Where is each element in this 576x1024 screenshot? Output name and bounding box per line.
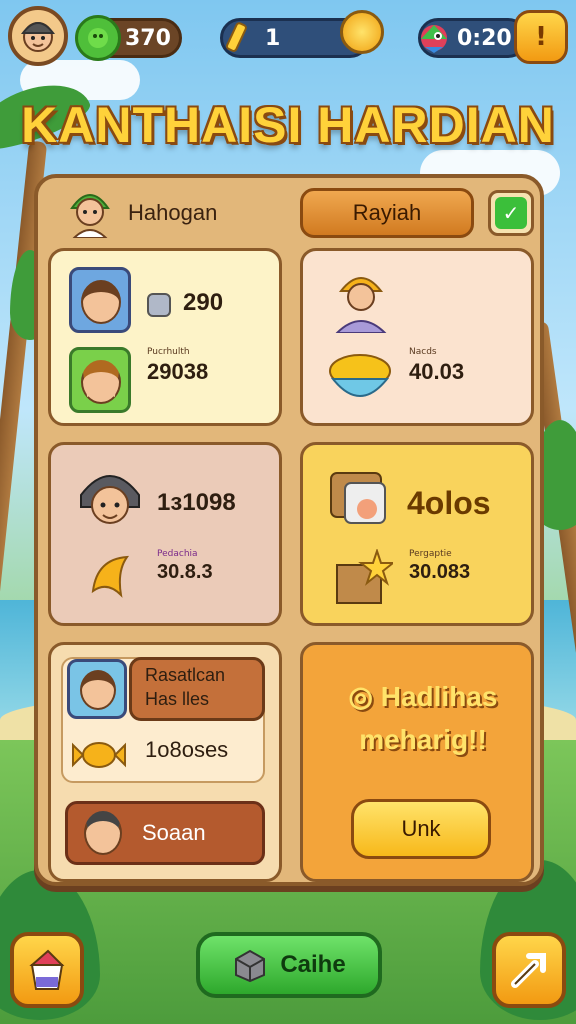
team-value: 1o8oses bbox=[145, 737, 229, 762]
coin-icon: ◎ bbox=[348, 681, 381, 712]
shop-button[interactable] bbox=[10, 932, 84, 1008]
portrait-face bbox=[84, 811, 122, 855]
card2-value: 40.03 bbox=[409, 359, 465, 384]
top-bar: 370 1 0:20 ! bbox=[0, 0, 576, 80]
portrait-frame bbox=[67, 659, 127, 719]
coin-counter[interactable]: 370 bbox=[75, 15, 182, 61]
bowl-icon bbox=[329, 354, 391, 397]
tools-button[interactable] bbox=[492, 932, 566, 1008]
cache-button-label: Caihe bbox=[280, 951, 346, 978]
timer-value: 0:20 bbox=[457, 25, 512, 51]
check-icon: ✓ bbox=[495, 197, 527, 229]
main-panel: Hahogan Rayiah ✓ 290 Pucrhulth 29038 Nac… bbox=[34, 174, 544, 886]
confirm-button[interactable]: ✓ bbox=[488, 190, 534, 236]
card1-caption: Pucrhulth bbox=[147, 347, 190, 357]
card3-value: 1з1098 bbox=[157, 489, 236, 516]
header-action-button[interactable]: Rayiah bbox=[300, 188, 474, 238]
helmet-character-icon bbox=[80, 475, 140, 524]
tools-icon bbox=[511, 953, 546, 988]
shop-icon bbox=[29, 949, 65, 990]
character-card-1[interactable]: 290 Pucrhulth 29038 bbox=[48, 248, 282, 426]
card3-value-2: 30.8.3 bbox=[157, 561, 213, 583]
timer-display: 0:20 bbox=[418, 18, 528, 58]
soaan-button-label: Soaan bbox=[142, 820, 206, 845]
card4-value-2: 30.083 bbox=[409, 561, 471, 583]
item-card[interactable]: 4olos Pergaptie 30.083 bbox=[300, 442, 534, 626]
banana-icon bbox=[91, 555, 130, 598]
reward-line-2: meharig!! bbox=[359, 724, 487, 756]
avatar-icon bbox=[20, 22, 56, 52]
robot-icon bbox=[147, 293, 171, 317]
coin-count: 370 bbox=[125, 25, 171, 51]
portrait-face bbox=[81, 280, 121, 324]
candy-icon bbox=[72, 742, 126, 768]
character-name: Hahogan bbox=[128, 200, 218, 225]
pencil-icon bbox=[213, 15, 259, 61]
character-card-3[interactable]: 1з1098 Pedachia 30.8.3 bbox=[48, 442, 282, 626]
card1-value-2: 29038 bbox=[147, 359, 209, 384]
coin-icon bbox=[340, 10, 384, 54]
portrait-face bbox=[80, 670, 116, 710]
portrait-face bbox=[81, 360, 121, 404]
team-label-2: Has lles bbox=[145, 689, 210, 709]
card1-value: 290 bbox=[183, 289, 224, 316]
pause-icon: ! bbox=[535, 22, 547, 52]
gem-icon bbox=[75, 15, 121, 61]
portrait-frame bbox=[69, 347, 131, 413]
card4-caption: Pergaptie bbox=[409, 549, 452, 559]
soaan-button[interactable]: Soaan bbox=[65, 801, 265, 865]
pause-button[interactable]: ! bbox=[514, 10, 568, 64]
parrot-icon bbox=[411, 15, 457, 61]
card4-value: 4olos bbox=[407, 485, 491, 521]
reward-card[interactable]: ◎ Hadlihas meharig!! Unk bbox=[300, 642, 534, 882]
helmet-character-icon bbox=[335, 277, 387, 333]
game-title: KANTHAISI HARDIAN bbox=[21, 97, 555, 153]
unlock-button[interactable]: Unk bbox=[351, 799, 491, 859]
player-avatar[interactable] bbox=[8, 6, 68, 66]
reward-line-1: ◎ Hadlihas bbox=[348, 681, 498, 712]
team-card[interactable]: Rasatlcan Has lles 1o8oses Soaan bbox=[48, 642, 282, 882]
box-icon bbox=[235, 949, 266, 983]
crate-icon bbox=[330, 472, 386, 524]
ticket-count: 1 bbox=[265, 25, 281, 51]
reward-headline: ◎ Hadlihas meharig!! bbox=[323, 675, 523, 762]
character-avatar-icon bbox=[70, 194, 110, 238]
portrait-frame bbox=[69, 267, 131, 333]
character-card-2[interactable]: Nacds 40.03 bbox=[300, 248, 534, 426]
star-box-icon bbox=[336, 549, 393, 604]
card2-caption: Nacds bbox=[409, 347, 437, 357]
card3-caption: Pedachia bbox=[157, 549, 198, 559]
cache-button[interactable]: Caihe bbox=[196, 932, 382, 998]
panel-header: Hahogan Rayiah ✓ bbox=[38, 178, 540, 248]
team-label-1: Rasatlcan bbox=[145, 665, 226, 685]
